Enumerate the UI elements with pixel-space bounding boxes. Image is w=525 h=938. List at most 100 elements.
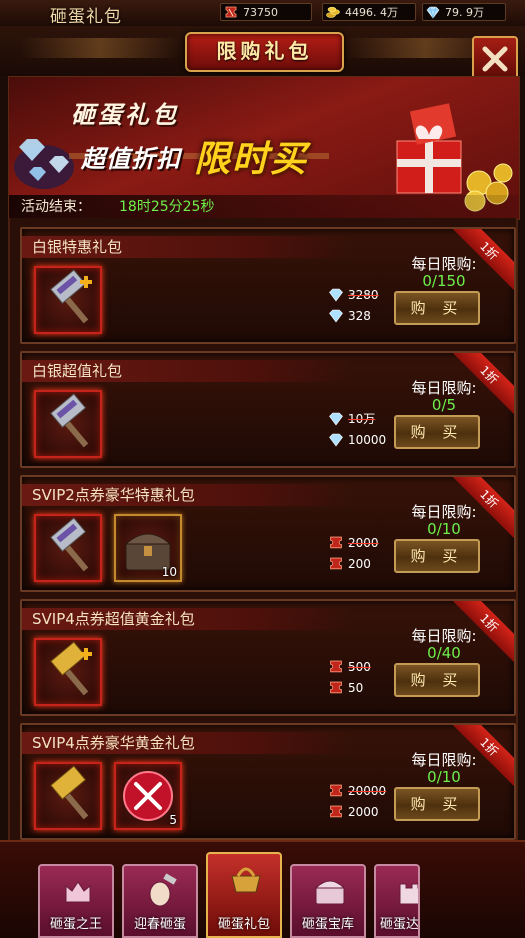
gift-card: 白银超值礼包 10万 10000 每日限购: 0/5 购 买 1折 — [20, 351, 516, 468]
buy-button[interactable]: 购 买 — [394, 663, 480, 697]
treasure-chest-icon — [314, 880, 346, 905]
banner-title-top: 砸蛋礼包 — [71, 101, 179, 129]
gift-card: 白银特惠礼包 3280 328 每日限购: 0/150 购 买 1折 — [20, 227, 516, 344]
sale-price: 200 — [328, 556, 371, 572]
tab-label: 迎春砸蛋 — [133, 917, 186, 932]
diamond-icon — [426, 6, 440, 19]
daily-limit-count: 0/5 — [431, 396, 457, 414]
tab-egg-treasury[interactable]: 砸蛋宝库 — [290, 864, 366, 938]
gift-item-slot[interactable] — [34, 390, 102, 458]
daily-limit-count: 0/10 — [427, 520, 461, 538]
gift-name: SVIP4点券超值黄金礼包 — [32, 610, 195, 628]
gift-card: SVIP2点券豪华特惠礼包 10 2000 200 每日限购: 0/10 购 买… — [20, 475, 516, 592]
hammer-egg-icon — [149, 873, 177, 907]
coupon-icon — [330, 660, 342, 673]
original-price-value: 3280 — [348, 288, 379, 302]
sale-price-value: 10000 — [348, 433, 387, 447]
gold-hammer-plus-icon — [50, 641, 92, 696]
original-price: 10万 — [328, 411, 375, 427]
diamond-icon — [329, 433, 343, 447]
crown-castle-icon — [65, 881, 91, 903]
tab-label: 砸蛋达 — [380, 917, 420, 932]
original-price: 3280 — [328, 287, 379, 303]
coupon-icon — [330, 557, 342, 570]
gift-item-slot[interactable] — [34, 762, 102, 830]
buy-button[interactable]: 购 买 — [394, 291, 480, 325]
original-price: 2000 — [328, 535, 379, 551]
gift-list[interactable]: 白银特惠礼包 3280 328 每日限购: 0/150 购 买 1折 白银超值礼… — [8, 218, 518, 840]
diamond-icon — [329, 288, 343, 302]
top-resource-bar: 砸蛋礼包 73750 4496. 4万 79. 9万 — [0, 0, 525, 27]
gift-name: SVIP2点券豪华特惠礼包 — [32, 486, 195, 504]
close-icon — [482, 46, 508, 72]
gift-item-slot[interactable]: 5 — [114, 762, 182, 830]
daily-limit-count: 0/10 — [427, 768, 461, 786]
gift-item-slot[interactable] — [34, 514, 102, 582]
sale-price: 10000 — [328, 432, 386, 448]
silver-hammer-icon — [50, 393, 89, 448]
sale-price-value: 328 — [348, 309, 371, 323]
item-quantity: 5 — [169, 813, 177, 827]
panel-title: 限购礼包 — [185, 32, 344, 72]
diamond-icon — [329, 412, 343, 426]
daily-limit-count: 0/40 — [427, 644, 461, 662]
coupon-icon — [330, 784, 342, 797]
gift-basket-icon — [231, 867, 261, 893]
gift-item-slot[interactable] — [34, 266, 102, 334]
original-price-value: 10万 — [348, 412, 376, 426]
gift-name: SVIP4点券豪华黄金礼包 — [32, 734, 195, 752]
silver-hammer-plus-icon — [50, 269, 92, 324]
sale-price-value: 200 — [348, 557, 371, 571]
diamond-value: 79. 9万 — [445, 6, 484, 19]
gift-name: 白银特惠礼包 — [32, 238, 123, 256]
gold-value: 4496. 4万 — [345, 6, 398, 19]
panel-header: 限购礼包 — [0, 26, 525, 76]
coupon-icon — [330, 805, 342, 818]
daily-limit-count: 0/150 — [422, 272, 466, 290]
diamond-icon — [329, 309, 343, 323]
original-price-value: 2000 — [348, 536, 379, 550]
gift-card: SVIP4点券豪华黄金礼包 5 20000 2000 每日限购: 0/10 购 … — [20, 723, 516, 840]
coupon-balance: 73750 — [220, 3, 312, 21]
tab-spring-egg[interactable]: 迎春砸蛋 — [122, 864, 198, 938]
gift-item-slot[interactable] — [34, 638, 102, 706]
countdown-bar: 活动结束： 18时25分25秒 — [9, 195, 519, 219]
tab-egg-gift[interactable]: 砸蛋礼包 — [206, 852, 282, 938]
sale-price: 50 — [328, 680, 363, 696]
original-price-value: 20000 — [348, 784, 387, 798]
tab-label: 砸蛋宝库 — [301, 917, 354, 932]
coupon-icon — [225, 6, 237, 18]
diamond-balance: 79. 9万 — [422, 3, 506, 21]
coupon-icon — [330, 681, 342, 694]
tab-egg-king[interactable]: 砸蛋之王 — [38, 864, 114, 938]
bottom-nav: 砸蛋之王 迎春砸蛋 砸蛋礼包 砸蛋宝库 砸蛋达 — [0, 840, 525, 938]
buy-button[interactable]: 购 买 — [394, 415, 480, 449]
countdown-timer: 18时25分25秒 — [119, 199, 215, 215]
original-price: 20000 — [328, 783, 386, 799]
gift-name: 白银超值礼包 — [32, 362, 123, 380]
tab-label: 砸蛋礼包 — [217, 917, 270, 932]
app-title: 砸蛋礼包 — [50, 7, 122, 27]
sale-price: 328 — [328, 308, 371, 324]
gold-balance: 4496. 4万 — [322, 3, 416, 21]
banner-title-discount: 超值折扣 — [81, 145, 181, 173]
sale-price-value: 50 — [348, 681, 364, 695]
original-price-value: 500 — [348, 660, 371, 674]
banner-title-limited: 限时买 — [194, 139, 309, 180]
gold-hammer-icon — [50, 765, 89, 820]
item-quantity: 10 — [161, 565, 177, 579]
coupon-value: 73750 — [243, 6, 278, 19]
buy-button[interactable]: 购 买 — [394, 787, 480, 821]
tab-egg-master[interactable]: 砸蛋达 — [374, 864, 420, 938]
tab-label: 砸蛋之王 — [49, 917, 102, 932]
sale-price: 2000 — [328, 804, 379, 820]
gift-item-slot[interactable]: 10 — [114, 514, 182, 582]
promo-banner: 砸蛋礼包 超值折扣 限时买 活动结束： 18时25分25秒 — [8, 76, 520, 220]
countdown-label: 活动结束： — [21, 199, 91, 215]
buy-button[interactable]: 购 买 — [394, 539, 480, 573]
castle-icon — [399, 883, 418, 905]
gold-coins-icon — [326, 6, 340, 18]
sale-price-value: 2000 — [348, 805, 379, 819]
gift-card: SVIP4点券超值黄金礼包 500 50 每日限购: 0/40 购 买 1折 — [20, 599, 516, 716]
header-wing-left — [20, 38, 180, 58]
